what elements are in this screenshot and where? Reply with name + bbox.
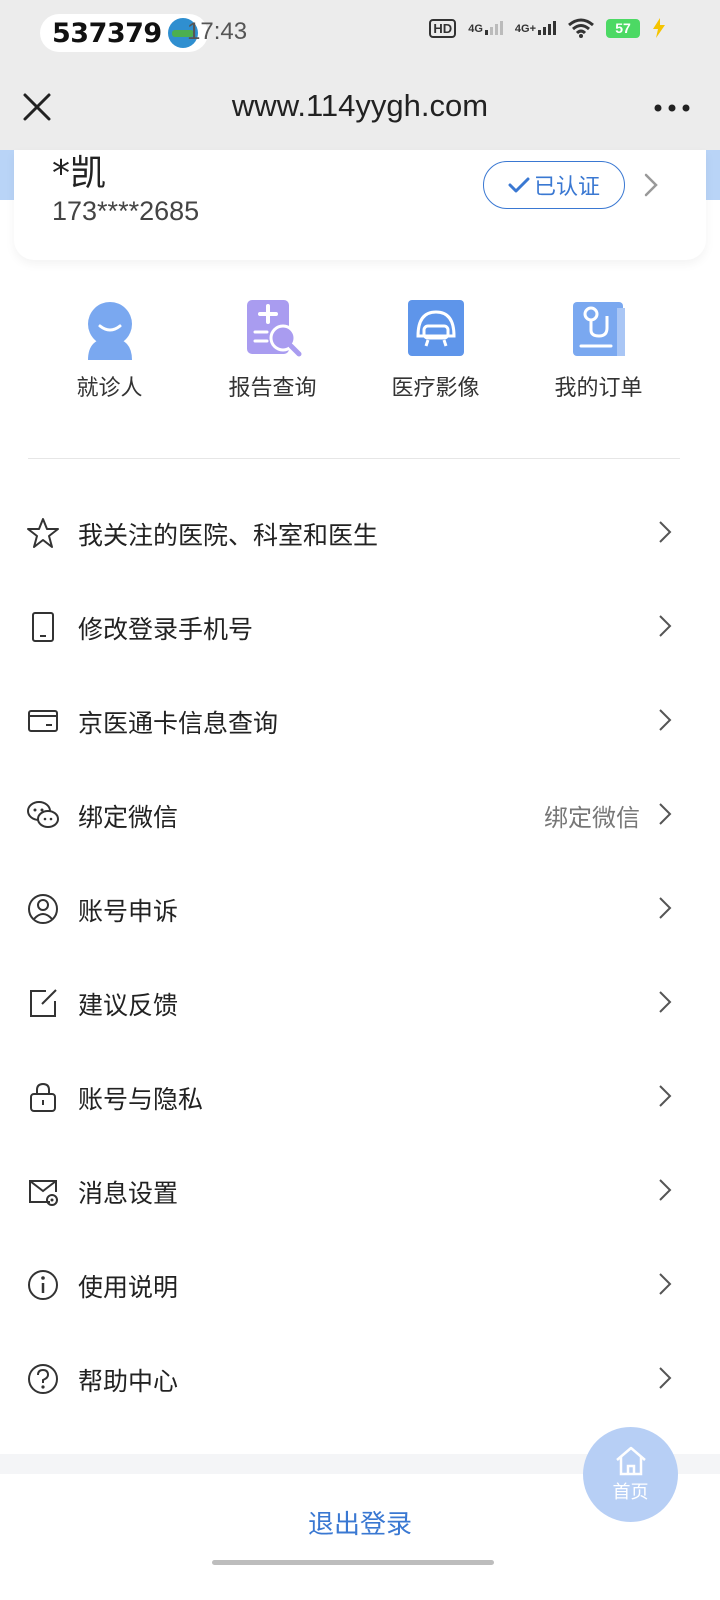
- menu-item-label: 账号与隐私: [78, 1085, 204, 1114]
- menu-item-change-phone[interactable]: 修改登录手机号: [0, 580, 720, 674]
- header-background: [0, 150, 14, 200]
- home-icon: [615, 1446, 646, 1475]
- menu-item-label: 建议反馈: [78, 991, 179, 1020]
- chevron-right-icon: [659, 897, 672, 919]
- chevron-right-icon: [659, 1367, 672, 1389]
- quick-action-label: 报告查询: [228, 376, 317, 401]
- quick-action-report[interactable]: 报告查询: [191, 296, 354, 406]
- network-type-2: 4G+: [514, 23, 536, 35]
- quick-action-orders[interactable]: 我的订单: [517, 296, 680, 406]
- chevron-right-icon: [659, 1179, 672, 1201]
- status-time: 17:43: [187, 18, 248, 45]
- mail-settings-icon: [29, 1180, 58, 1206]
- page-url: www.114yygh.com: [231, 88, 489, 123]
- menu-item-label: 使用说明: [78, 1273, 179, 1302]
- section-divider: [28, 458, 680, 459]
- wechat-icon: [27, 801, 59, 828]
- home-indicator: [212, 1560, 494, 1565]
- chevron-right-icon[interactable]: [641, 172, 661, 198]
- menu-item-label: 帮助中心: [78, 1367, 179, 1396]
- hd-icon: HD: [429, 18, 457, 38]
- menu-item-favorites[interactable]: 我关注的医院、科室和医生: [0, 486, 720, 580]
- status-code: 537379: [52, 17, 162, 49]
- user-profile-card[interactable]: *凯 173****2685 已认证: [14, 150, 706, 260]
- verified-badge[interactable]: 已认证: [483, 161, 625, 209]
- check-icon: [508, 177, 530, 193]
- chevron-right-icon: [659, 709, 672, 731]
- card-icon: [28, 710, 58, 732]
- quick-action-imaging[interactable]: 医疗影像: [354, 296, 517, 406]
- quick-action-label: 医疗影像: [391, 376, 480, 401]
- battery-icon: 57: [606, 18, 640, 38]
- quick-action-patient[interactable]: 就诊人: [28, 296, 191, 406]
- settings-menu: 我关注的医院、科室和医生 修改登录手机号 京医通卡信息查询 绑定微信 绑定微信 …: [0, 486, 720, 1426]
- user-phone: 173****2685: [52, 196, 200, 226]
- star-icon: [27, 518, 59, 548]
- user-circle-icon: [28, 894, 58, 924]
- header-background-right: [706, 150, 720, 200]
- signal-icon-2: 4G+: [515, 21, 556, 35]
- menu-item-label: 消息设置: [78, 1179, 179, 1208]
- status-indicators: HD 4G 4G+ 57: [429, 18, 666, 38]
- menu-item-label: 京医通卡信息查询: [78, 709, 279, 738]
- charging-icon: [653, 18, 665, 38]
- more-icon[interactable]: [652, 96, 692, 120]
- verified-label: 已认证: [533, 175, 600, 200]
- menu-item-label: 修改登录手机号: [78, 615, 254, 644]
- report-search-icon: [246, 300, 301, 357]
- status-notification-pill: 537379: [40, 14, 208, 52]
- patient-icon: [87, 302, 132, 360]
- network-type-1: 4G: [468, 23, 483, 35]
- menu-item-bind-wechat[interactable]: 绑定微信 绑定微信: [0, 768, 720, 862]
- status-bar: 537379 17:43 HD 4G 4G+ 57: [0, 0, 720, 66]
- menu-item-message-settings[interactable]: 消息设置: [0, 1144, 720, 1238]
- menu-item-card-info[interactable]: 京医通卡信息查询: [0, 674, 720, 768]
- wifi-icon: [568, 18, 594, 38]
- browser-toolbar: www.114yygh.com: [0, 66, 720, 150]
- home-button-label: 首页: [612, 1481, 649, 1503]
- my-orders-icon: [572, 302, 625, 356]
- menu-item-label: 绑定微信: [78, 803, 179, 832]
- signal-icon-1: 4G: [468, 21, 503, 35]
- menu-item-feedback[interactable]: 建议反馈: [0, 956, 720, 1050]
- menu-item-value: 绑定微信: [544, 804, 640, 832]
- chevron-right-icon: [659, 803, 672, 825]
- menu-item-instructions[interactable]: 使用说明: [0, 1238, 720, 1332]
- user-name: *凯: [52, 153, 107, 194]
- chevron-right-icon: [659, 615, 672, 637]
- medical-imaging-icon: [407, 300, 464, 356]
- menu-item-account-appeal[interactable]: 账号申诉: [0, 862, 720, 956]
- menu-item-account-privacy[interactable]: 账号与隐私: [0, 1050, 720, 1144]
- lock-icon: [30, 1082, 56, 1112]
- info-icon: [28, 1270, 58, 1300]
- quick-action-label: 我的订单: [554, 376, 643, 401]
- chevron-right-icon: [659, 1085, 672, 1107]
- chevron-right-icon: [659, 1273, 672, 1295]
- quick-action-label: 就诊人: [76, 376, 143, 401]
- chevron-right-icon: [659, 521, 672, 543]
- home-floating-button[interactable]: 首页: [583, 1427, 678, 1522]
- chevron-right-icon: [659, 991, 672, 1013]
- menu-item-label: 我关注的医院、科室和医生: [78, 521, 379, 550]
- edit-icon: [30, 989, 57, 1017]
- menu-item-help-center[interactable]: 帮助中心: [0, 1332, 720, 1426]
- menu-item-label: 账号申诉: [78, 897, 179, 926]
- help-icon: [28, 1364, 58, 1394]
- phone-icon: [32, 612, 54, 642]
- quick-actions: 就诊人 报告查询 医疗影像 我的订单: [28, 296, 680, 406]
